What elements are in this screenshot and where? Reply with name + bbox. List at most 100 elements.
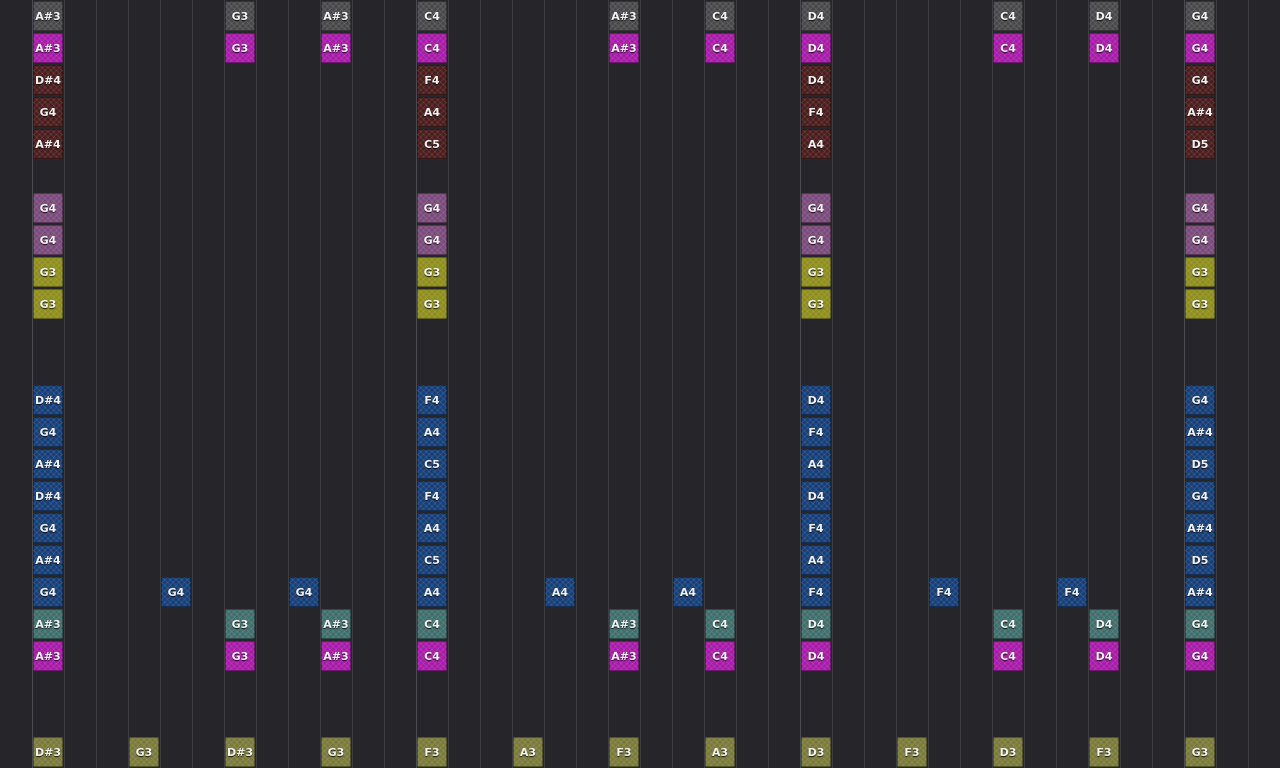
note-cell-brown[interactable]: C5	[417, 129, 447, 159]
note-cell-blue[interactable]: G4	[161, 577, 191, 607]
note-cell-blue[interactable]: F4	[801, 417, 831, 447]
note-cell-magenta[interactable]: C4	[705, 33, 735, 63]
note-cell-olive[interactable]: G3	[417, 289, 447, 319]
note-cell-olive[interactable]: G3	[801, 289, 831, 319]
note-cell-pink[interactable]: G4	[417, 225, 447, 255]
note-cell-blue[interactable]: F4	[417, 481, 447, 511]
note-cell-olive[interactable]: G3	[417, 257, 447, 287]
note-cell-olive[interactable]: G3	[33, 289, 63, 319]
note-cell-brown[interactable]: A4	[801, 129, 831, 159]
note-cell-teal[interactable]: A#3	[33, 609, 63, 639]
note-cell-blue[interactable]: G4	[33, 577, 63, 607]
note-cell-olive[interactable]: G3	[801, 257, 831, 287]
note-cell-blue[interactable]: C5	[417, 545, 447, 575]
note-cell-teal[interactable]: C4	[993, 609, 1023, 639]
note-cell-teal[interactable]: A#3	[321, 609, 351, 639]
note-cell-pink[interactable]: G4	[33, 225, 63, 255]
note-cell-blue[interactable]: D4	[801, 481, 831, 511]
note-cell-blue[interactable]: F4	[417, 385, 447, 415]
note-cell-teal[interactable]: D4	[1089, 609, 1119, 639]
note-cell-gray[interactable]: A#3	[321, 1, 351, 31]
note-cell-khaki[interactable]: D#3	[225, 737, 255, 767]
note-cell-brown[interactable]: A#4	[33, 129, 63, 159]
note-cell-magenta[interactable]: G3	[225, 33, 255, 63]
note-cell-blue[interactable]: F4	[801, 513, 831, 543]
note-cell-olive[interactable]: G3	[1185, 257, 1215, 287]
note-cell-brown[interactable]: D4	[801, 65, 831, 95]
note-cell-khaki[interactable]: A3	[513, 737, 543, 767]
note-cell-blue[interactable]: F4	[801, 577, 831, 607]
note-cell-teal[interactable]: A#3	[609, 609, 639, 639]
note-cell-blue[interactable]: A#4	[1185, 513, 1215, 543]
note-cell-blue[interactable]: C5	[417, 449, 447, 479]
note-cell-blue[interactable]: A4	[545, 577, 575, 607]
note-cell-magenta[interactable]: A#3	[321, 641, 351, 671]
note-cell-blue[interactable]: D5	[1185, 449, 1215, 479]
note-cell-khaki[interactable]: F3	[1089, 737, 1119, 767]
note-cell-pink[interactable]: G4	[417, 193, 447, 223]
note-cell-blue[interactable]: G4	[33, 513, 63, 543]
note-cell-gray[interactable]: G3	[225, 1, 255, 31]
note-cell-blue[interactable]: G4	[289, 577, 319, 607]
note-cell-blue[interactable]: D4	[801, 385, 831, 415]
note-cell-gray[interactable]: A#3	[609, 1, 639, 31]
note-cell-blue[interactable]: A4	[801, 545, 831, 575]
note-cell-brown[interactable]: A#4	[1185, 97, 1215, 127]
note-cell-magenta[interactable]: D4	[801, 641, 831, 671]
note-cell-magenta[interactable]: G4	[1185, 641, 1215, 671]
note-cell-magenta[interactable]: C4	[417, 33, 447, 63]
note-cell-magenta[interactable]: A#3	[609, 33, 639, 63]
note-cell-brown[interactable]: D5	[1185, 129, 1215, 159]
note-cell-teal[interactable]: G3	[225, 609, 255, 639]
note-cell-khaki[interactable]: F3	[897, 737, 927, 767]
note-cell-pink[interactable]: G4	[801, 225, 831, 255]
note-cell-magenta[interactable]: C4	[993, 641, 1023, 671]
note-cell-khaki[interactable]: G3	[129, 737, 159, 767]
note-cell-teal[interactable]: D4	[801, 609, 831, 639]
note-cell-magenta[interactable]: A#3	[609, 641, 639, 671]
note-cell-pink[interactable]: G4	[1185, 193, 1215, 223]
note-cell-blue[interactable]: A#4	[1185, 417, 1215, 447]
note-cell-magenta[interactable]: G3	[225, 641, 255, 671]
note-cell-magenta[interactable]: C4	[417, 641, 447, 671]
note-cell-pink[interactable]: G4	[1185, 225, 1215, 255]
note-cell-blue[interactable]: F4	[1057, 577, 1087, 607]
note-cell-magenta[interactable]: C4	[705, 641, 735, 671]
note-cell-khaki[interactable]: G3	[321, 737, 351, 767]
note-cell-khaki[interactable]: D3	[993, 737, 1023, 767]
note-cell-blue[interactable]: A4	[417, 417, 447, 447]
note-cell-blue[interactable]: F4	[929, 577, 959, 607]
note-cell-blue[interactable]: A#4	[33, 449, 63, 479]
note-cell-pink[interactable]: G4	[33, 193, 63, 223]
note-cell-pink[interactable]: G4	[801, 193, 831, 223]
sequencer-grid[interactable]: A#3 G3 A#3 C4 A#3 C4 D4 C4 D4 G4 A#3 G3 A#3 C4 A#3 C4 D4…	[0, 0, 1280, 768]
note-cell-blue[interactable]: A#4	[33, 545, 63, 575]
note-cell-teal[interactable]: G4	[1185, 609, 1215, 639]
note-cell-blue[interactable]: A4	[417, 513, 447, 543]
note-cell-blue[interactable]: A#4	[1185, 577, 1215, 607]
note-cell-gray[interactable]: C4	[993, 1, 1023, 31]
note-cell-magenta[interactable]: D4	[801, 33, 831, 63]
note-cell-magenta[interactable]: A#3	[321, 33, 351, 63]
note-cell-gray[interactable]: D4	[801, 1, 831, 31]
note-cell-blue[interactable]: G4	[1185, 385, 1215, 415]
note-cell-brown[interactable]: G4	[33, 97, 63, 127]
note-cell-khaki[interactable]: F3	[417, 737, 447, 767]
note-cell-khaki[interactable]: A3	[705, 737, 735, 767]
note-cell-gray[interactable]: A#3	[33, 1, 63, 31]
note-cell-magenta[interactable]: G4	[1185, 33, 1215, 63]
note-cell-blue[interactable]: D#4	[33, 481, 63, 511]
note-cell-magenta[interactable]: A#3	[33, 33, 63, 63]
note-cell-gray[interactable]: G4	[1185, 1, 1215, 31]
note-cell-brown[interactable]: F4	[417, 65, 447, 95]
note-cell-magenta[interactable]: D4	[1089, 33, 1119, 63]
note-cell-blue[interactable]: A4	[673, 577, 703, 607]
note-cell-blue[interactable]: G4	[33, 417, 63, 447]
note-cell-brown[interactable]: G4	[1185, 65, 1215, 95]
note-cell-magenta[interactable]: A#3	[33, 641, 63, 671]
note-cell-olive[interactable]: G3	[1185, 289, 1215, 319]
note-cell-magenta[interactable]: C4	[993, 33, 1023, 63]
note-cell-gray[interactable]: D4	[1089, 1, 1119, 31]
note-cell-brown[interactable]: D#4	[33, 65, 63, 95]
note-cell-teal[interactable]: C4	[705, 609, 735, 639]
